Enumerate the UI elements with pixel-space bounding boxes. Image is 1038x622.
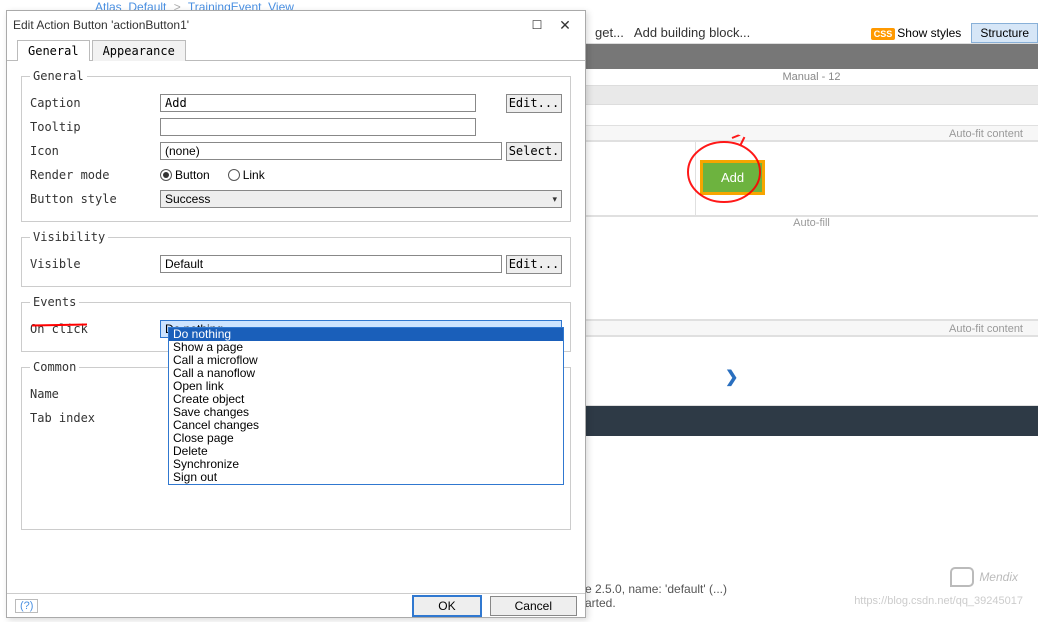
toolbar-widget[interactable]: get...: [595, 25, 624, 40]
chevron-down-icon: ▾: [552, 194, 557, 205]
editor-toolbar: get... Add building block... CSSShow sty…: [585, 22, 1038, 44]
caption-edit-button[interactable]: Edit...: [506, 94, 562, 113]
visible-label: Visible: [30, 257, 160, 271]
dropdown-option[interactable]: Sign out: [169, 471, 563, 484]
render-label: Render mode: [30, 168, 160, 182]
ds-grey-row: [585, 85, 1038, 105]
visible-input[interactable]: Default: [160, 255, 502, 273]
tooltip-input[interactable]: [160, 118, 476, 136]
legend-events: Events: [30, 295, 79, 309]
ds-navbar: [585, 406, 1038, 436]
group-visibility: Visibility Visible Default Edit...: [21, 230, 571, 287]
ds-autofill: Auto-fill: [585, 216, 1038, 230]
radio-icon: [228, 169, 240, 181]
onclick-dropdown[interactable]: Do nothingShow a pageCall a microflowCal…: [168, 327, 564, 485]
toolbar-show-styles[interactable]: CSSShow styles: [871, 26, 962, 40]
cancel-button[interactable]: Cancel: [490, 596, 577, 616]
render-radio-group: Button Link: [160, 168, 265, 182]
tab-appearance[interactable]: Appearance: [92, 40, 186, 61]
footer-text: e 2.5.0, name: 'default' (...) arted.: [585, 582, 727, 610]
tabindex-label: Tab index: [30, 411, 160, 425]
ok-button[interactable]: OK: [412, 595, 481, 617]
dropdown-option[interactable]: Close page: [169, 432, 563, 445]
caption-label: Caption: [30, 96, 160, 110]
style-label: Button style: [30, 192, 160, 206]
dialog-tabs: General Appearance: [7, 39, 585, 61]
dropdown-option[interactable]: Synchronize: [169, 458, 563, 471]
edit-action-button-dialog: Edit Action Button 'actionButton1' ☐ ✕ G…: [6, 10, 586, 618]
ds-topbar: [585, 44, 1038, 69]
icon-select-button[interactable]: Select.: [506, 142, 562, 161]
group-general: General Caption Edit... Tooltip Icon (no…: [21, 69, 571, 222]
close-icon[interactable]: ✕: [551, 15, 579, 35]
watermark-csdn: https://blog.csdn.net/qq_39245017: [854, 595, 1023, 607]
maximize-icon[interactable]: ☐: [523, 15, 551, 35]
ds-autofit-1: Auto-fit content: [585, 125, 1038, 141]
dialog-footer: (?) OK Cancel: [7, 593, 585, 617]
style-select[interactable]: Success▾: [160, 190, 562, 208]
ds-header-manual: Manual - 12: [585, 69, 1038, 85]
legend-common: Common: [30, 360, 79, 374]
dropdown-option[interactable]: Call a nanoflow: [169, 367, 563, 380]
tab-general[interactable]: General: [17, 40, 90, 61]
tooltip-label: Tooltip: [30, 120, 160, 134]
name-label: Name: [30, 387, 160, 401]
legend-visibility: Visibility: [30, 230, 108, 244]
radio-icon: [160, 169, 172, 181]
ds-autofit-2: Auto-fit content: [585, 320, 1038, 336]
toolbar-add-block[interactable]: Add building block...: [634, 25, 750, 40]
icon-input[interactable]: (none): [160, 142, 502, 160]
design-surface: Manual - 12 Auto-fit content Add Auto-fi…: [585, 44, 1038, 622]
ds-chevron-cell[interactable]: ❯: [585, 336, 1038, 406]
icon-label: Icon: [30, 144, 160, 158]
caption-input[interactable]: [160, 94, 476, 112]
add-button[interactable]: Add: [700, 160, 765, 195]
ds-button-cell[interactable]: Add: [585, 141, 1038, 216]
toolbar-structure[interactable]: Structure: [971, 23, 1038, 43]
legend-general: General: [30, 69, 87, 83]
dialog-title: Edit Action Button 'actionButton1': [13, 18, 523, 32]
chat-icon: [950, 567, 974, 587]
visible-edit-button[interactable]: Edit...: [506, 255, 562, 274]
render-radio-link[interactable]: Link: [228, 168, 265, 182]
watermark-mendix: Mendix: [950, 567, 1018, 587]
render-radio-button[interactable]: Button: [160, 168, 210, 182]
chevron-right-icon[interactable]: ❯: [725, 367, 738, 387]
help-button[interactable]: (?): [15, 599, 38, 613]
dialog-titlebar[interactable]: Edit Action Button 'actionButton1' ☐ ✕: [7, 11, 585, 39]
